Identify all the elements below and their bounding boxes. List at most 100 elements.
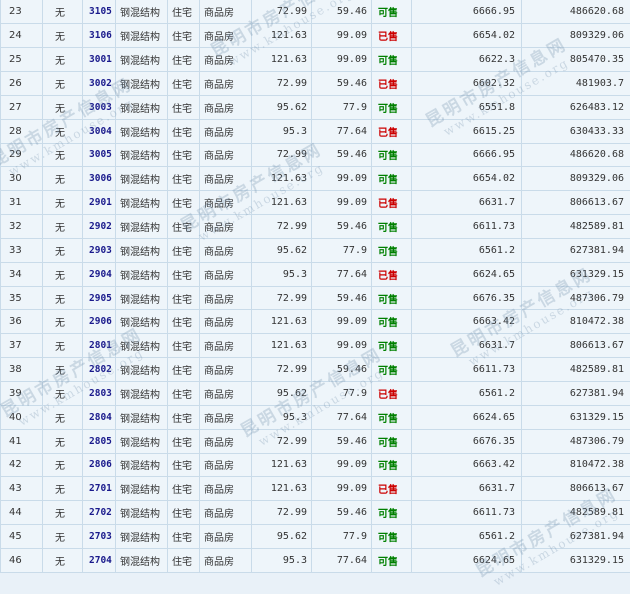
- house-type-cell: 商品房: [199, 23, 252, 49]
- sale-status-cell: 已售: [371, 381, 412, 406]
- room-number-link[interactable]: 3002: [89, 78, 112, 89]
- house-type-cell: 商品房: [199, 214, 252, 239]
- row-index-cell: 37: [0, 333, 43, 359]
- indicator-cell: 无: [42, 453, 83, 478]
- room-number-link[interactable]: 3001: [89, 54, 112, 65]
- table-row: 28 无 3004 钢混结构 住宅 商品房 95.3 77.64 已售 6615…: [0, 119, 630, 144]
- table-row: 26 无 3002 钢混结构 住宅 商品房 72.99 59.46 已售 660…: [0, 71, 630, 96]
- room-number-link[interactable]: 3106: [89, 30, 112, 41]
- indicator-cell: 无: [42, 476, 83, 502]
- room-number-link[interactable]: 2901: [89, 197, 112, 208]
- inner-area-cell: 77.9: [311, 238, 372, 263]
- sale-status-cell: 可售: [371, 405, 412, 430]
- room-number-link[interactable]: 2703: [89, 531, 112, 542]
- room-number-link[interactable]: 3006: [89, 173, 112, 184]
- room-number-link[interactable]: 2704: [89, 555, 112, 566]
- room-number-link[interactable]: 2805: [89, 436, 112, 447]
- room-number-link[interactable]: 2804: [89, 412, 112, 423]
- total-price-cell: 805470.35: [521, 47, 630, 73]
- table-row: 31 无 2901 钢混结构 住宅 商品房 121.63 99.09 已售 66…: [0, 190, 630, 216]
- total-price-cell: 630433.33: [521, 119, 630, 144]
- inner-area-cell: 59.46: [311, 214, 372, 239]
- room-number-cell: 2901: [82, 190, 116, 216]
- table-row: 36 无 2906 钢混结构 住宅 商品房 121.63 99.09 可售 66…: [0, 309, 630, 335]
- room-number-link[interactable]: 2902: [89, 221, 112, 232]
- house-type-cell: 商品房: [199, 309, 252, 335]
- usage-cell: 住宅: [167, 214, 200, 239]
- room-number-link[interactable]: 2802: [89, 364, 112, 375]
- house-type-cell: 商品房: [199, 357, 252, 382]
- usage-cell: 住宅: [167, 23, 200, 49]
- house-type-cell: 商品房: [199, 524, 252, 549]
- room-number-link[interactable]: 2803: [89, 388, 112, 399]
- sale-status-cell: 可售: [371, 524, 412, 549]
- total-price-cell: 627381.94: [521, 381, 630, 406]
- built-area-cell: 121.63: [251, 23, 312, 49]
- room-number-link[interactable]: 3004: [89, 126, 112, 137]
- usage-cell: 住宅: [167, 500, 200, 526]
- house-type-cell: 商品房: [199, 166, 252, 192]
- sale-status-cell: 可售: [371, 166, 412, 192]
- sale-status-cell: 可售: [371, 453, 412, 478]
- structure-cell: 钢混结构: [115, 405, 168, 430]
- room-number-link[interactable]: 2906: [89, 316, 112, 327]
- room-number-cell: 2704: [82, 548, 116, 573]
- house-type-cell: 商品房: [199, 476, 252, 502]
- room-number-cell: 3005: [82, 143, 116, 168]
- house-listing-table: 23 无 3105 钢混结构 住宅 商品房 72.99 59.46 可售 666…: [0, 0, 630, 573]
- sale-status-cell: 可售: [371, 95, 412, 120]
- row-index-cell: 44: [0, 500, 43, 526]
- total-price-cell: 631329.15: [521, 548, 630, 573]
- indicator-cell: 无: [42, 119, 83, 144]
- usage-cell: 住宅: [167, 262, 200, 287]
- sale-status-cell: 已售: [371, 262, 412, 287]
- usage-cell: 住宅: [167, 453, 200, 478]
- room-number-link[interactable]: 3005: [89, 149, 112, 160]
- built-area-cell: 95.62: [251, 381, 312, 406]
- unit-price-cell: 6561.2: [411, 381, 522, 406]
- room-number-link[interactable]: 2903: [89, 245, 112, 256]
- sale-status-cell: 可售: [371, 0, 412, 25]
- table-row: 24 无 3106 钢混结构 住宅 商品房 121.63 99.09 已售 66…: [0, 23, 630, 49]
- built-area-cell: 72.99: [251, 71, 312, 96]
- structure-cell: 钢混结构: [115, 548, 168, 573]
- sale-status-cell: 可售: [371, 238, 412, 263]
- sale-status-cell: 可售: [371, 548, 412, 573]
- usage-cell: 住宅: [167, 190, 200, 216]
- structure-cell: 钢混结构: [115, 238, 168, 263]
- built-area-cell: 95.3: [251, 262, 312, 287]
- unit-price-cell: 6622.3: [411, 47, 522, 73]
- usage-cell: 住宅: [167, 95, 200, 120]
- total-price-cell: 482589.81: [521, 214, 630, 239]
- room-number-link[interactable]: 3003: [89, 102, 112, 113]
- room-number-link[interactable]: 2701: [89, 483, 112, 494]
- inner-area-cell: 59.46: [311, 0, 372, 25]
- row-index-cell: 30: [0, 166, 43, 192]
- table-row: 33 无 2903 钢混结构 住宅 商品房 95.62 77.9 可售 6561…: [0, 238, 630, 263]
- room-number-cell: 3106: [82, 23, 116, 49]
- inner-area-cell: 99.09: [311, 23, 372, 49]
- unit-price-cell: 6624.65: [411, 548, 522, 573]
- built-area-cell: 95.62: [251, 524, 312, 549]
- room-number-link[interactable]: 2904: [89, 269, 112, 280]
- usage-cell: 住宅: [167, 309, 200, 335]
- indicator-cell: 无: [42, 47, 83, 73]
- table-row: 38 无 2802 钢混结构 住宅 商品房 72.99 59.46 可售 661…: [0, 357, 630, 382]
- room-number-cell: 3105: [82, 0, 116, 25]
- indicator-cell: 无: [42, 143, 83, 168]
- room-number-link[interactable]: 3105: [89, 6, 112, 17]
- room-number-link[interactable]: 2801: [89, 340, 112, 351]
- indicator-cell: 无: [42, 95, 83, 120]
- room-number-link[interactable]: 2702: [89, 507, 112, 518]
- house-type-cell: 商品房: [199, 238, 252, 263]
- built-area-cell: 121.63: [251, 166, 312, 192]
- total-price-cell: 486620.68: [521, 143, 630, 168]
- sale-status-cell: 已售: [371, 119, 412, 144]
- room-number-link[interactable]: 2905: [89, 293, 112, 304]
- structure-cell: 钢混结构: [115, 71, 168, 96]
- total-price-cell: 626483.12: [521, 95, 630, 120]
- room-number-cell: 3001: [82, 47, 116, 73]
- structure-cell: 钢混结构: [115, 119, 168, 144]
- room-number-link[interactable]: 2806: [89, 459, 112, 470]
- usage-cell: 住宅: [167, 357, 200, 382]
